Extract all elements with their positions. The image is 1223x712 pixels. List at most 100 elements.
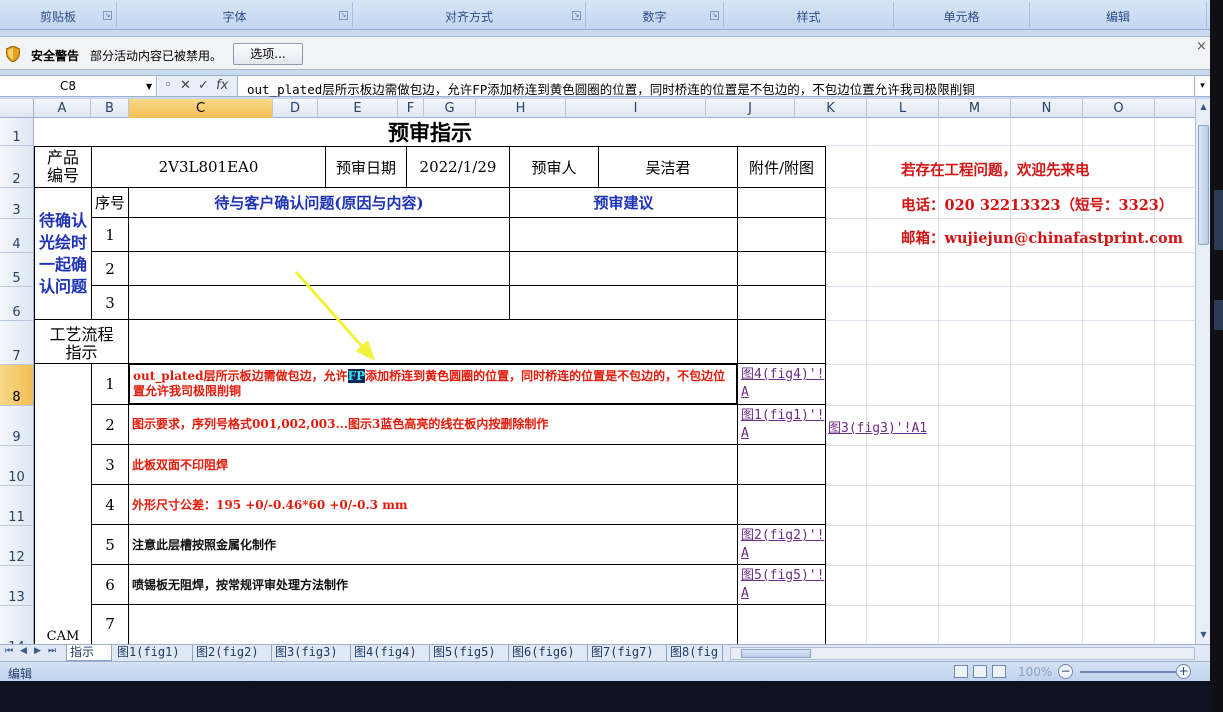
- row-header-6[interactable]: 6: [0, 287, 34, 321]
- issues-header[interactable]: 待与客户确认问题(原因与内容): [128, 187, 510, 218]
- column-header-j[interactable]: J: [706, 99, 795, 118]
- instruction-num[interactable]: 7: [91, 604, 129, 644]
- process-label[interactable]: 工艺流程指示: [34, 319, 129, 364]
- first-sheet-icon[interactable]: ⏮: [5, 646, 13, 656]
- row-header-4[interactable]: 4: [0, 219, 34, 253]
- column-header-i[interactable]: I: [566, 99, 706, 118]
- instruction-num[interactable]: 5: [91, 524, 129, 565]
- attachment-cell[interactable]: [737, 217, 826, 252]
- attachment-cell[interactable]: [737, 251, 826, 286]
- sheet-tab[interactable]: 图6(fig6): [509, 645, 588, 661]
- suggestion-header[interactable]: 预审建议: [509, 187, 738, 218]
- scrollbar-thumb[interactable]: [1198, 125, 1209, 245]
- circle-handle-icon[interactable]: ◦: [164, 78, 172, 93]
- scroll-up-icon[interactable]: ▲: [1197, 100, 1210, 113]
- column-header-a[interactable]: A: [34, 99, 91, 118]
- instruction-text[interactable]: 注意此层槽按照金属化制作: [128, 524, 738, 565]
- normal-view-icon[interactable]: [954, 665, 968, 678]
- instruction-text-selected[interactable]: out_plated层所示板边需做包边，允许FP添加桥连到黄色圆圈的位置，同时桥…: [128, 363, 738, 405]
- confirm-suggest-cell[interactable]: [509, 217, 738, 252]
- attachment-cell[interactable]: [737, 484, 826, 525]
- worksheet-grid[interactable]: ABCDEFGHIJKLMNO 1234567891011121314 预审指示…: [0, 99, 1195, 644]
- attachment-cell[interactable]: [737, 187, 826, 218]
- ribbon-group-cells[interactable]: 单元格: [894, 2, 1030, 28]
- attachment-cell[interactable]: [737, 604, 826, 644]
- zoom-level[interactable]: 100%: [1018, 665, 1052, 679]
- instruction-text[interactable]: 喷锡板无阻焊，按常规评审处理方法制作: [128, 564, 738, 605]
- row-header-9[interactable]: 9: [0, 406, 34, 446]
- ribbon-group-clipboard[interactable]: 剪贴板 ↘: [0, 2, 117, 28]
- column-header-k[interactable]: K: [795, 99, 867, 118]
- zoom-in-icon[interactable]: +: [1176, 664, 1191, 679]
- expand-formula-icon[interactable]: ▾: [1194, 76, 1210, 96]
- row-header-10[interactable]: 10: [0, 446, 34, 486]
- column-header-g[interactable]: G: [424, 99, 476, 118]
- column-header-f[interactable]: F: [398, 99, 424, 118]
- confirm-num[interactable]: 1: [91, 217, 129, 252]
- confirm-num[interactable]: 2: [91, 251, 129, 286]
- page-layout-view-icon[interactable]: [973, 665, 987, 678]
- instruction-text[interactable]: 图示要求，序列号格式001,002,003...图示3蓝色高亮的线在板内按删除制…: [128, 404, 738, 445]
- sheet-tab[interactable]: 图5(fig5): [430, 645, 509, 661]
- confirm-issue-cell[interactable]: [128, 217, 510, 252]
- sheet-tab[interactable]: 图7(fig7): [588, 645, 667, 661]
- ribbon-group-number[interactable]: 数字 ↘: [586, 2, 724, 28]
- column-header-c[interactable]: C: [129, 99, 273, 118]
- scrollbar-thumb[interactable]: [741, 649, 811, 658]
- attachment-cell[interactable]: [737, 285, 826, 320]
- hyperlink[interactable]: 图3(fig3)'!A1: [828, 417, 927, 436]
- column-header-b[interactable]: B: [91, 99, 129, 118]
- instruction-num[interactable]: 3: [91, 444, 129, 485]
- row-header-13[interactable]: 13: [0, 566, 34, 606]
- attachment-cell[interactable]: [737, 319, 826, 364]
- sheet-title[interactable]: 预审指示: [34, 118, 826, 146]
- row-header-11[interactable]: 11: [0, 486, 34, 526]
- confirm-num[interactable]: 3: [91, 285, 129, 320]
- reviewer-label[interactable]: 预审人: [509, 146, 599, 188]
- column-header-m[interactable]: M: [939, 99, 1011, 118]
- instruction-text[interactable]: [128, 604, 738, 644]
- instruction-num[interactable]: 2: [91, 404, 129, 445]
- row-header-5[interactable]: 5: [0, 253, 34, 287]
- instruction-text[interactable]: 此板双面不印阻焊: [128, 444, 738, 485]
- instruction-num[interactable]: 4: [91, 484, 129, 525]
- row-header-8[interactable]: 8: [0, 365, 34, 406]
- ribbon-group-font[interactable]: 字体 ↘: [117, 2, 353, 28]
- reviewer-name[interactable]: 吴洁君: [598, 146, 738, 188]
- dialog-launcher-icon[interactable]: ↘: [103, 11, 112, 20]
- instruction-num[interactable]: 1: [91, 363, 129, 405]
- options-button[interactable]: 选项...: [233, 43, 303, 65]
- process-cell[interactable]: [128, 319, 738, 364]
- attachment-cell[interactable]: 图1(fig1)'!A: [737, 404, 826, 445]
- horizontal-scrollbar[interactable]: [730, 647, 1195, 660]
- attachment-cell[interactable]: [737, 444, 826, 485]
- cancel-icon[interactable]: ✕: [180, 78, 191, 93]
- hyperlink[interactable]: 图2(fig2)'!A: [741, 527, 825, 563]
- last-sheet-icon[interactable]: ⏭: [48, 646, 56, 656]
- review-date-label[interactable]: 预审日期: [325, 146, 407, 188]
- seq-label[interactable]: 序号: [91, 187, 129, 218]
- sheet-tab[interactable]: 图3(fig3): [272, 645, 351, 661]
- prev-sheet-icon[interactable]: ◀: [20, 646, 27, 656]
- column-header-n[interactable]: N: [1011, 99, 1083, 118]
- attachment-cell[interactable]: 图5(fig5)'!A: [737, 564, 826, 605]
- hyperlink[interactable]: 图4(fig4)'!A: [741, 366, 825, 402]
- attachment-label[interactable]: 附件/附图: [737, 146, 826, 188]
- insert-function-icon[interactable]: fx: [216, 78, 228, 93]
- row-header-2[interactable]: 2: [0, 146, 34, 188]
- formula-input[interactable]: out_plated层所示板边需做包边，允许FP添加桥连到黄色圆圈的位置，同时桥…: [247, 79, 975, 98]
- product-label[interactable]: 产品编号: [34, 146, 92, 188]
- product-number[interactable]: 2V3L801EA0: [91, 146, 326, 188]
- row-header-1[interactable]: 1: [0, 118, 34, 146]
- enter-check-icon[interactable]: ✓: [198, 78, 209, 93]
- name-box[interactable]: C8 ▼: [0, 76, 157, 96]
- zoom-out-icon[interactable]: −: [1058, 664, 1073, 679]
- instruction-num[interactable]: 6: [91, 564, 129, 605]
- confirm-section-label[interactable]: 待确认光绘时一起确认问题: [34, 187, 92, 320]
- confirm-suggest-cell[interactable]: [509, 251, 738, 286]
- page-break-view-icon[interactable]: [992, 665, 1006, 678]
- close-icon[interactable]: ×: [1196, 39, 1207, 54]
- attachment-cell[interactable]: 图4(fig4)'!A: [737, 363, 826, 405]
- hyperlink[interactable]: 图1(fig1)'!A: [741, 407, 825, 443]
- row-header-3[interactable]: 3: [0, 188, 34, 219]
